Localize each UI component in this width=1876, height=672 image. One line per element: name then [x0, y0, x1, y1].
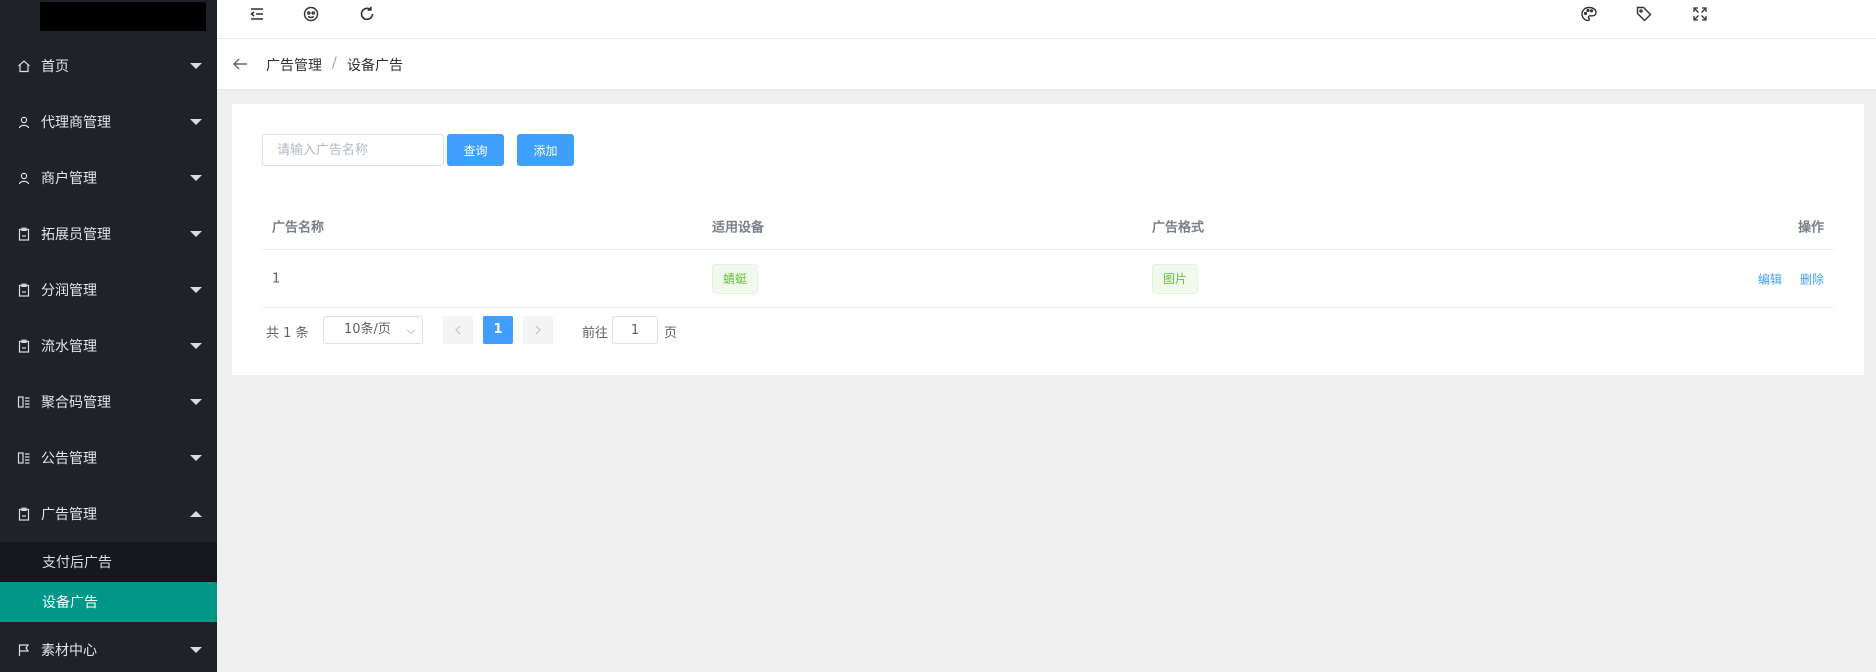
format-cell: 图片 — [1152, 263, 1199, 294]
next-page-button[interactable] — [523, 316, 553, 344]
chevron-down-icon — [406, 325, 416, 335]
actions-cell: 编辑 删除 — [1744, 270, 1824, 287]
sidebar-item-agent[interactable]: 代理商管理 — [0, 94, 217, 150]
breadcrumb: 广告管理 / 设备广告 — [217, 39, 1876, 89]
sidebar-item-flow[interactable]: 流水管理 — [0, 318, 217, 374]
sidebar-item-label: 商户管理 — [41, 171, 97, 187]
goto-page-input[interactable] — [612, 316, 658, 344]
breadcrumb-item-ads[interactable]: 广告管理 — [266, 55, 322, 75]
flag-icon — [17, 643, 31, 657]
globe-icon[interactable] — [301, 4, 321, 24]
caret-down-icon — [190, 287, 202, 293]
home-icon — [17, 59, 31, 73]
content-card: 查询 添加 广告名称 适用设备 广告格式 操作 1 蜻蜓 图片 编辑 删除 — [232, 104, 1864, 375]
sidebar-menu: 首页 代理商管理 商户管理 拓展员管理 分润管理 流水管理 聚合码管理 公告管理… — [0, 38, 217, 672]
sidebar-item-qrcode[interactable]: 聚合码管理 — [0, 374, 217, 430]
logo-redacted — [40, 2, 206, 31]
top-header — [217, 0, 1876, 39]
clipboard-icon — [17, 283, 31, 297]
palette-icon[interactable] — [1579, 4, 1599, 24]
sidebar-item-label: 拓展员管理 — [41, 227, 111, 243]
menu-fold-icon[interactable] — [247, 4, 267, 24]
caret-up-icon — [190, 511, 202, 517]
pagination: 共 1 条 10条/页 1 前往 页 — [262, 316, 862, 344]
edit-link[interactable]: 编辑 — [1758, 272, 1782, 286]
breadcrumb-separator: / — [332, 55, 337, 71]
back-arrow-icon[interactable] — [232, 57, 248, 71]
sidebar-item-promoter[interactable]: 拓展员管理 — [0, 206, 217, 262]
column-header-device: 适用设备 — [712, 220, 765, 235]
sidebar-item-label: 首页 — [41, 59, 69, 75]
page-size-value: 10条/页 — [344, 322, 391, 337]
caret-down-icon — [190, 63, 202, 69]
sidebar: 首页 代理商管理 商户管理 拓展员管理 分润管理 流水管理 聚合码管理 公告管理… — [0, 0, 217, 672]
clipboard-icon — [17, 339, 31, 353]
sidebar-item-merchant[interactable]: 商户管理 — [0, 150, 217, 206]
sidebar-item-material[interactable]: 素材中心 — [0, 622, 217, 672]
goto-label: 前往 — [582, 326, 609, 341]
ad-name-search-input[interactable] — [262, 134, 444, 166]
caret-down-icon — [190, 231, 202, 237]
user-icon — [17, 171, 31, 185]
column-header-actions: 操作 — [1797, 220, 1824, 235]
sidebar-item-profit[interactable]: 分润管理 — [0, 262, 217, 318]
device-cell: 蜻蜓 — [712, 263, 759, 294]
device-tag: 蜻蜓 — [712, 263, 759, 294]
caret-down-icon — [190, 399, 202, 405]
sidebar-item-home[interactable]: 首页 — [0, 38, 217, 94]
user-icon — [17, 115, 31, 129]
chevron-left-icon — [455, 325, 461, 335]
fullscreen-icon[interactable] — [1690, 4, 1710, 24]
ads-submenu: 支付后广告 设备广告 — [0, 542, 217, 622]
prev-page-button[interactable] — [443, 316, 473, 344]
sidebar-subitem-after-payment-ad[interactable]: 支付后广告 — [0, 542, 217, 582]
table-row: 1 蜻蜓 图片 编辑 删除 — [262, 250, 1834, 308]
page-size-select[interactable]: 10条/页 — [323, 316, 423, 344]
query-button[interactable]: 查询 — [447, 134, 504, 166]
caret-down-icon — [190, 647, 202, 653]
page-suffix-label: 页 — [664, 326, 678, 341]
ad-name-cell: 1 — [272, 271, 281, 286]
sidebar-item-notice[interactable]: 公告管理 — [0, 430, 217, 486]
sidebar-item-label: 公告管理 — [41, 451, 97, 467]
caret-down-icon — [190, 343, 202, 349]
pagination-total: 共 1 条 — [266, 326, 309, 341]
page-number-current[interactable]: 1 — [483, 316, 513, 344]
column-header-name: 广告名称 — [272, 220, 325, 235]
add-button[interactable]: 添加 — [517, 134, 574, 166]
tag-icon[interactable] — [1634, 4, 1654, 24]
logo-area — [0, 0, 217, 34]
format-tag: 图片 — [1152, 263, 1199, 294]
refresh-icon[interactable] — [357, 4, 377, 24]
sidebar-item-label: 分润管理 — [41, 283, 97, 299]
sidebar-item-label: 素材中心 — [41, 643, 97, 659]
breadcrumb-item-device-ad: 设备广告 — [347, 58, 403, 74]
clipboard-icon — [17, 227, 31, 241]
app-root: 首页 代理商管理 商户管理 拓展员管理 分润管理 流水管理 聚合码管理 公告管理… — [0, 0, 1876, 672]
caret-down-icon — [190, 175, 202, 181]
sidebar-item-label: 流水管理 — [41, 339, 97, 355]
sidebar-item-label: 广告管理 — [41, 507, 97, 523]
sidebar-item-label: 代理商管理 — [41, 115, 111, 131]
column-header-format: 广告格式 — [1152, 220, 1205, 235]
delete-link[interactable]: 删除 — [1800, 272, 1824, 286]
ads-table: 广告名称 适用设备 广告格式 操作 1 蜻蜓 图片 编辑 删除 — [262, 202, 1834, 308]
caret-down-icon — [190, 119, 202, 125]
clipboard-icon — [17, 507, 31, 521]
caret-down-icon — [190, 455, 202, 461]
columns-icon — [17, 451, 31, 465]
table-header: 广告名称 适用设备 广告格式 操作 — [262, 202, 1834, 250]
chevron-right-icon — [535, 325, 541, 335]
sidebar-item-label: 聚合码管理 — [41, 395, 111, 411]
sidebar-item-ads[interactable]: 广告管理 — [0, 486, 217, 542]
sidebar-subitem-device-ad[interactable]: 设备广告 — [0, 582, 217, 622]
columns-icon — [17, 395, 31, 409]
